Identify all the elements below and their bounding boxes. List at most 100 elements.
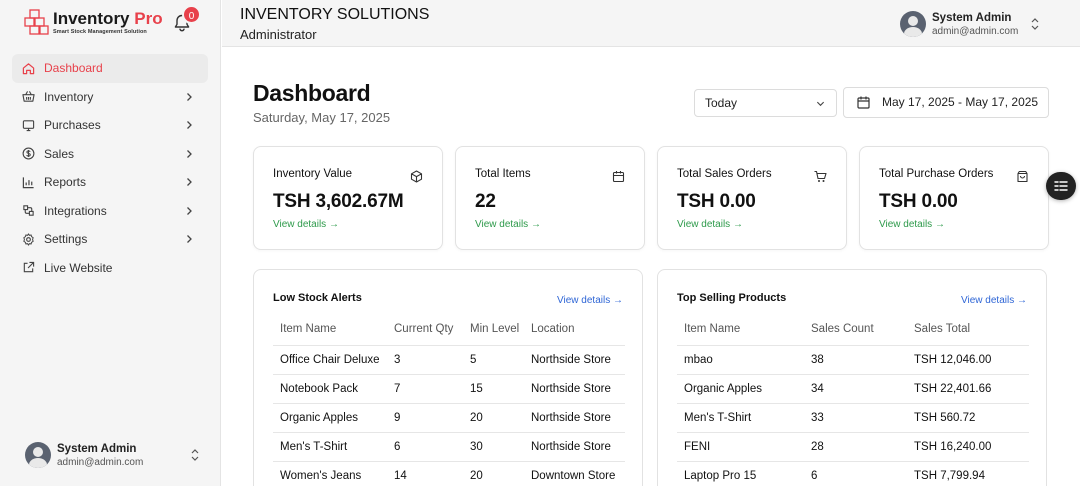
item-name-cell: Women's Jeans [273, 461, 387, 486]
view-details-link[interactable]: View details → [273, 219, 339, 230]
notification-count-badge: 0 [182, 5, 201, 24]
item-name-cell: Men's T-Shirt [677, 403, 804, 434]
sidebar-item-label: Reports [44, 175, 87, 190]
bag-icon [1017, 170, 1028, 183]
avatar [25, 442, 51, 468]
sidebar-item-label: Integrations [44, 203, 107, 218]
sidebar-item-purchases[interactable]: Purchases [12, 111, 208, 140]
table-row[interactable]: FENI 28 TSH 16,240.00 [677, 432, 1029, 463]
item-name-cell: mbao [677, 345, 804, 375]
view-details-link[interactable]: View details → [961, 295, 1027, 306]
boxes-logo-icon [24, 9, 49, 35]
chevron-up-down-icon [191, 449, 199, 461]
low-stock-table: Item Name Current Qty Min Level Location… [273, 314, 625, 486]
view-details-link[interactable]: View details → [677, 219, 743, 230]
location-cell: Downtown Store [524, 461, 625, 486]
plug-icon [23, 205, 34, 216]
current-date: Saturday, May 17, 2025 [253, 110, 391, 125]
sidebar-item-settings[interactable]: Settings [12, 225, 208, 254]
sidebar-item-label: Live Website [44, 260, 113, 275]
min-level-cell: 5 [463, 345, 524, 375]
brand-logo-block[interactable]: Inventory Pro Smart Stock Management Sol… [22, 8, 163, 36]
min-level-cell: 20 [463, 403, 524, 434]
current-qty-cell: 3 [387, 345, 463, 375]
date-range-preset-select[interactable]: Today [694, 89, 837, 117]
brand-name: Inventory Pro [53, 8, 163, 28]
bar-chart-icon [22, 177, 34, 188]
chevron-right-icon [187, 206, 192, 215]
table-row[interactable]: mbao 38 TSH 12,046.00 [677, 345, 1029, 375]
user-role: Administrator [240, 27, 317, 42]
table-row[interactable]: Laptop Pro 15 6 TSH 7,799.94 [677, 461, 1029, 486]
top-selling-table: Item Name Sales Count Sales Total mbao 3… [677, 314, 1029, 486]
sidebar-item-label: Dashboard [44, 61, 103, 76]
table-row[interactable]: Men's T-Shirt 6 30 Northside Store [273, 432, 625, 463]
column-header: Item Name [677, 314, 804, 346]
table-row[interactable]: Organic Apples 9 20 Northside Store [273, 403, 625, 434]
table-row[interactable]: Women's Jeans 14 20 Downtown Store [273, 461, 625, 486]
low-stock-alerts-panel: Low Stock Alerts View details → Item Nam… [253, 269, 643, 486]
filter-list-icon [1054, 181, 1068, 191]
sidebar-item-reports[interactable]: Reports [12, 168, 208, 197]
min-level-cell: 30 [463, 432, 524, 463]
column-header: Sales Total [907, 314, 1029, 346]
stat-value: TSH 3,602.67M [273, 191, 404, 212]
home-icon [22, 63, 35, 74]
cart-icon [814, 170, 827, 182]
sidebar-item-inventory[interactable]: Inventory [12, 83, 208, 112]
table-row[interactable]: Organic Apples 34 TSH 22,401.66 [677, 374, 1029, 404]
stat-value: TSH 0.00 [879, 191, 958, 212]
sales-count-cell: 28 [804, 432, 907, 463]
table-row[interactable]: Men's T-Shirt 33 TSH 560.72 [677, 403, 1029, 434]
sidebar-nav: Dashboard Inventory Purchases Sales Repo… [12, 54, 208, 282]
sales-count-cell: 34 [804, 374, 907, 404]
sidebar-item-integrations[interactable]: Integrations [12, 197, 208, 226]
date-range-picker[interactable]: May 17, 2025 - May 17, 2025 [843, 87, 1049, 118]
sidebar-item-sales[interactable]: Sales [12, 140, 208, 169]
user-name: System Admin [57, 442, 137, 455]
avatar [900, 11, 926, 37]
header-user-menu[interactable]: System Admin admin@admin.com [900, 11, 1040, 37]
view-details-link[interactable]: View details → [475, 219, 541, 230]
top-header: INVENTORY SOLUTIONS Administrator System… [222, 0, 1080, 47]
page-title: Dashboard [253, 80, 371, 106]
sales-total-cell: TSH 7,799.94 [907, 461, 1029, 486]
view-details-link[interactable]: View details → [557, 295, 623, 306]
table-row[interactable]: Office Chair Deluxe 3 5 Northside Store [273, 345, 625, 375]
column-header: Item Name [273, 314, 387, 346]
sidebar-item-live-website[interactable]: Live Website [12, 254, 208, 283]
stat-label: Total Items [475, 168, 531, 180]
sales-total-cell: TSH 22,401.66 [907, 374, 1029, 404]
table-header-row: Item Name Current Qty Min Level Location [273, 314, 625, 346]
sales-total-cell: TSH 16,240.00 [907, 432, 1029, 463]
panel-title: Low Stock Alerts [273, 292, 362, 304]
view-details-link[interactable]: View details → [879, 219, 945, 230]
chevron-right-icon [187, 149, 192, 158]
sales-total-cell: TSH 560.72 [907, 403, 1029, 434]
calendar-icon [857, 96, 870, 109]
chevron-right-icon [187, 121, 192, 129]
location-cell: Northside Store [524, 432, 625, 463]
item-name-cell: FENI [677, 432, 804, 463]
chevron-right-icon [187, 235, 192, 243]
item-name-cell: Notebook Pack [273, 374, 387, 404]
item-name-cell: Men's T-Shirt [273, 432, 387, 463]
item-name-cell: Organic Apples [677, 374, 804, 404]
gear-icon [23, 233, 34, 246]
sidebar-item-label: Inventory [44, 89, 94, 104]
stat-label: Total Sales Orders [677, 168, 772, 180]
stat-card-inventory-value: Inventory Value TSH 3,602.67M View detai… [253, 146, 443, 250]
floating-filter-button[interactable] [1046, 172, 1076, 200]
min-level-cell: 15 [463, 374, 524, 404]
column-header: Sales Count [804, 314, 907, 346]
calendar-box-icon [612, 171, 625, 183]
table-row[interactable]: Notebook Pack 7 15 Northside Store [273, 374, 625, 404]
column-header: Location [524, 314, 625, 346]
external-link-icon [23, 262, 35, 273]
date-range-text: May 17, 2025 - May 17, 2025 [882, 95, 1039, 109]
sidebar-item-dashboard[interactable]: Dashboard [12, 54, 208, 83]
item-name-cell: Laptop Pro 15 [677, 461, 804, 486]
sidebar-user-menu[interactable]: System Admin admin@admin.com [25, 441, 200, 469]
chevron-down-icon [816, 101, 825, 107]
table-header-row: Item Name Sales Count Sales Total [677, 314, 1029, 346]
